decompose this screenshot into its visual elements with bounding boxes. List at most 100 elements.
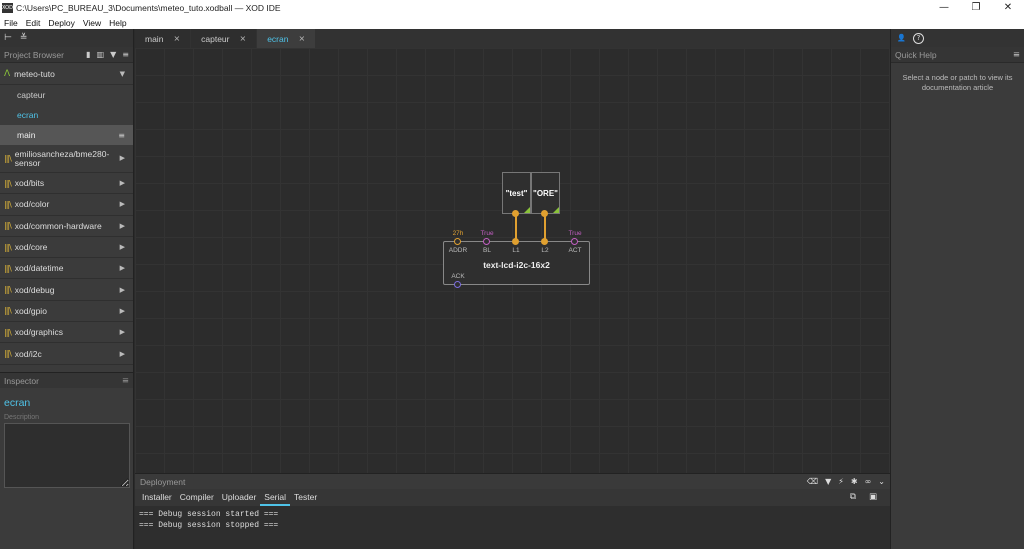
deployment-panel: Deployment ⌫ ▼ ⚡ ✱ ∞ ⌄ Installer Compile… xyxy=(135,473,890,549)
library-label: xod/color xyxy=(14,199,50,210)
flash-icon[interactable]: ⚡ xyxy=(838,477,844,486)
account-icon[interactable]: 👤 xyxy=(896,33,907,44)
left-sidebar: ⊢ ≚ Project Browser ▮ ▥ ▼ ≡ Λ meteo-tuto… xyxy=(0,29,134,549)
menu-file[interactable]: File xyxy=(0,18,22,28)
library-item[interactable]: |||\ xod/debug ▶ xyxy=(0,279,133,301)
library-item[interactable]: |||\ xod/bits ▶ xyxy=(0,173,133,195)
library-item[interactable]: |||\ xod/core ▶ xyxy=(0,237,133,259)
filter-icon[interactable]: ▼ xyxy=(110,50,116,59)
constant-node-ore[interactable]: "ORE" xyxy=(531,172,560,214)
project-item[interactable]: Λ meteo-tuto ▼ xyxy=(0,63,133,85)
library-item[interactable]: |||\ xod/gpio ▶ xyxy=(0,301,133,323)
save-icon[interactable]: ▣ xyxy=(865,489,881,506)
pin-value-bl: True xyxy=(480,230,494,237)
project-browser-header: Project Browser ▮ ▥ ▼ ≡ xyxy=(0,47,133,63)
constant-node-test[interactable]: "test" xyxy=(502,172,531,214)
chevron-right-icon[interactable]: ▶ xyxy=(120,350,125,358)
menu-view[interactable]: View xyxy=(79,18,105,28)
chevron-down-icon[interactable]: ▼ xyxy=(120,70,125,78)
chevron-right-icon[interactable]: ▶ xyxy=(120,328,125,336)
help-icon[interactable]: ? xyxy=(913,32,924,44)
chevron-right-icon[interactable]: ▶ xyxy=(120,154,125,163)
library-item[interactable]: |||\ xod/i2c ▶ xyxy=(0,343,133,365)
debug-icon[interactable]: ✱ xyxy=(851,477,858,486)
library-item[interactable]: |||\ xod/color ▶ xyxy=(0,194,133,216)
sidebar-toolbar: ⊢ ≚ xyxy=(0,29,133,47)
tab-main[interactable]: main × xyxy=(135,29,191,48)
library-item[interactable]: |||\ xod/common-hardware ▶ xyxy=(0,216,133,237)
right-sidebar: 👤 ? Quick Help ≡ Select a node or patch … xyxy=(890,29,1024,549)
output-pin[interactable] xyxy=(512,210,519,217)
input-pin-l2[interactable] xyxy=(541,238,548,245)
chevron-right-icon[interactable]: ▶ xyxy=(120,222,125,230)
deployment-header: Deployment ⌫ ▼ ⚡ ✱ ∞ ⌄ xyxy=(135,474,890,489)
inspector-menu-icon[interactable]: ≡ xyxy=(122,376,129,386)
chevron-right-icon[interactable]: ▶ xyxy=(120,179,125,187)
patch-menu-icon[interactable]: ≡ xyxy=(118,131,125,140)
console-line: === Debug session started === xyxy=(139,510,279,519)
input-pin-bl[interactable] xyxy=(483,238,490,245)
tab-capteur[interactable]: capteur × xyxy=(191,29,257,48)
patch-item-main[interactable]: main ≡ xyxy=(0,125,133,145)
minimize-icon[interactable]: — xyxy=(928,0,960,16)
tab-label: main xyxy=(145,33,164,44)
tab-ecran[interactable]: ecran × xyxy=(257,29,316,48)
tab-installer[interactable]: Installer xyxy=(138,489,176,506)
patch-item-capteur[interactable]: capteur xyxy=(0,85,133,105)
maximize-icon[interactable]: ❐ xyxy=(960,0,992,16)
menu-help[interactable]: Help xyxy=(105,18,130,28)
library-icon: |||\ xyxy=(4,242,12,252)
chevron-right-icon[interactable]: ▶ xyxy=(120,264,125,272)
add-library-icon[interactable]: ▥ xyxy=(97,50,105,59)
menu-deploy[interactable]: Deploy xyxy=(44,18,78,28)
link-icon[interactable]: ∞ xyxy=(865,477,872,486)
close-icon[interactable]: × xyxy=(240,34,247,43)
filter-icon[interactable]: ▼ xyxy=(825,477,831,486)
library-item[interactable]: |||\ emiliosancheza/bme280-sensor ▶ xyxy=(0,145,133,173)
quick-help-menu-icon[interactable]: ≡ xyxy=(1013,50,1020,60)
menu-icon[interactable]: ≡ xyxy=(122,50,129,59)
output-pin[interactable] xyxy=(541,210,548,217)
library-item[interactable]: |||\ xod/graphics ▶ xyxy=(0,322,133,344)
close-window-icon[interactable]: ✕ xyxy=(992,0,1024,16)
eraser-icon[interactable]: ⌫ xyxy=(807,477,818,486)
sliders-icon[interactable]: ≚ xyxy=(20,33,28,43)
library-label: xod/core xyxy=(14,242,48,253)
link-wire[interactable] xyxy=(544,214,546,241)
chevron-right-icon[interactable]: ▶ xyxy=(120,200,125,208)
new-patch-icon[interactable]: ▮ xyxy=(86,50,90,59)
window-titlebar: XOD C:\Users\PC_BUREAU_3\Documents\meteo… xyxy=(0,0,1024,16)
menu-edit[interactable]: Edit xyxy=(22,18,45,28)
library-item[interactable]: |||\ xod/datetime ▶ xyxy=(0,258,133,280)
close-icon[interactable]: × xyxy=(173,34,180,43)
chevron-right-icon[interactable]: ▶ xyxy=(120,286,125,294)
library-icon: |||\ xyxy=(4,221,12,231)
copy-icon[interactable]: ⧉ xyxy=(846,489,860,506)
library-icon: |||\ xyxy=(4,327,12,337)
description-field[interactable] xyxy=(4,423,130,488)
library-icon: |||\ xyxy=(4,178,12,188)
input-pin-act[interactable] xyxy=(571,238,578,245)
window-controls: — ❐ ✕ xyxy=(928,0,1024,16)
close-icon[interactable]: × xyxy=(298,34,305,43)
pin-label-ack: ACK xyxy=(451,273,465,280)
patch-item-ecran[interactable]: ecran xyxy=(0,105,133,125)
input-pin-l1[interactable] xyxy=(512,238,519,245)
tab-compiler[interactable]: Compiler xyxy=(176,489,218,506)
tab-serial[interactable]: Serial xyxy=(260,489,291,506)
console-tools: ⧉ ▣ xyxy=(842,489,885,506)
input-pin-addr[interactable] xyxy=(454,238,461,245)
library-icon: |||\ xyxy=(4,154,12,163)
output-pin-ack[interactable] xyxy=(454,281,461,288)
tree-view-icon[interactable]: ⊢ xyxy=(4,33,12,43)
chevron-right-icon[interactable]: ▶ xyxy=(120,307,125,315)
constant-value: "ORE" xyxy=(533,188,558,198)
chevron-right-icon[interactable]: ▶ xyxy=(120,243,125,251)
library-label: xod/i2c xyxy=(14,348,42,359)
tab-tester[interactable]: Tester xyxy=(290,489,321,506)
link-wire[interactable] xyxy=(515,214,517,241)
chevron-down-icon[interactable]: ⌄ xyxy=(878,477,885,486)
menu-bar: File Edit Deploy View Help xyxy=(0,16,1024,29)
library-label: xod/datetime xyxy=(14,263,64,274)
tab-uploader[interactable]: Uploader xyxy=(218,489,261,506)
